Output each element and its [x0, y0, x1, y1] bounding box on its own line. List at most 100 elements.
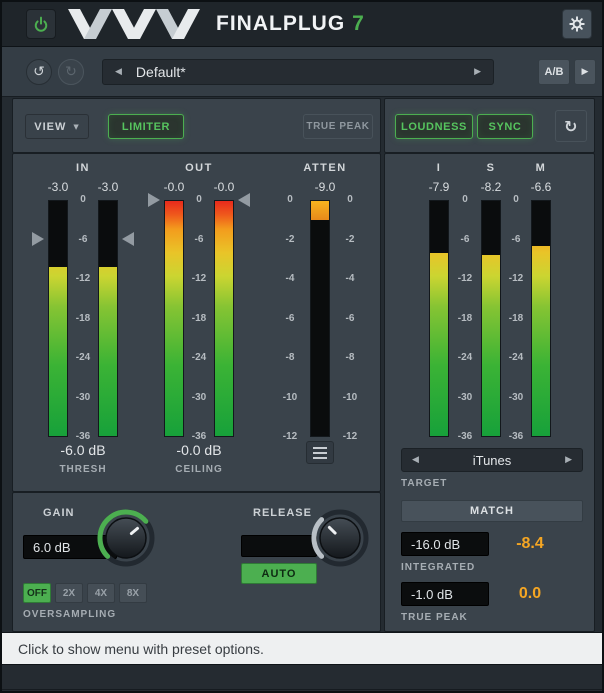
scale-tick: -12	[458, 274, 472, 284]
integrated-peak: -7.9	[419, 180, 459, 194]
release-knob[interactable]	[309, 507, 371, 569]
threshold-handle-right[interactable]	[122, 232, 134, 246]
out-meter-right	[214, 200, 234, 437]
controls-panel: GAIN 6.0 dB RELEASE AUTO OFF 2X	[12, 492, 381, 632]
gain-knob[interactable]	[95, 507, 157, 569]
scale-tick: -6	[195, 235, 204, 245]
scale-tick: 0	[462, 195, 468, 205]
integrated-target-field[interactable]: -16.0 dB	[401, 532, 489, 556]
scale-tick: 0	[80, 195, 86, 205]
release-auto-toggle[interactable]: AUTO	[241, 563, 317, 584]
scale-tick: -24	[76, 353, 90, 363]
redo-icon: ↻	[65, 64, 77, 80]
preset-prev-icon[interactable]: ◀	[115, 67, 122, 77]
target-value: iTunes	[419, 453, 565, 468]
atten-meter	[310, 200, 330, 437]
oversampling-8x-button[interactable]: 8X	[119, 583, 147, 603]
scale-tick: 0	[513, 195, 519, 205]
scale-tick: -30	[509, 393, 523, 403]
momentary-peak: -6.6	[521, 180, 561, 194]
bottom-divider	[2, 689, 602, 690]
scale-tick: -18	[76, 314, 90, 324]
limiter-toggle[interactable]: LIMITER	[108, 114, 184, 139]
target-label: TARGET	[401, 478, 447, 489]
integrated-label: INTEGRATED	[401, 562, 475, 573]
loudness-panel: I S M -7.9 -8.2 -6.6 0-6-12-18-24-30-36 …	[384, 153, 595, 632]
true-peak-label: TRUE PEAK	[401, 612, 468, 623]
meter-unlit	[532, 201, 550, 246]
threshold-label: THRESH	[33, 464, 133, 475]
meter-unlit	[430, 201, 448, 253]
integrated-current-value: -8.4	[495, 535, 565, 553]
target-next-icon[interactable]: ▶	[565, 455, 572, 465]
meter-menu-button[interactable]	[306, 441, 334, 464]
out-meter-left	[164, 200, 184, 437]
integrated-meter	[429, 200, 449, 437]
threshold-handle-left[interactable]	[32, 232, 44, 246]
atten-scale-right: 0-2-4-6-8-10-12	[337, 195, 363, 442]
scale-tick: 0	[196, 195, 202, 205]
oversampling-4x-button[interactable]: 4X	[87, 583, 115, 603]
in-section-label: IN	[53, 162, 113, 174]
release-knob-graphic	[309, 507, 371, 569]
scale-tick: -18	[458, 314, 472, 324]
out-peak-left: -0.0	[154, 180, 194, 194]
ceiling-readout[interactable]: -0.0 dB	[149, 442, 249, 458]
scale-tick: -8	[286, 353, 295, 363]
toolbar-left-panel: VIEW ▼ LIMITER TRUE PEAK	[12, 98, 381, 153]
release-value-field[interactable]	[241, 535, 317, 557]
out-meter-scale: 0-6-12-18-24-30-36	[186, 195, 212, 442]
ab-compare-button[interactable]: A/B	[538, 59, 570, 85]
scale-tick: -10	[283, 393, 297, 403]
resync-button[interactable]: ↻	[555, 110, 587, 142]
meter-unlit	[49, 201, 67, 267]
settings-button[interactable]	[562, 9, 592, 39]
scale-tick: -30	[192, 393, 206, 403]
oversampling-off-button[interactable]: OFF	[23, 583, 51, 603]
out-peak-right: -0.0	[204, 180, 244, 194]
loudness-toggle[interactable]: LOUDNESS	[395, 114, 473, 139]
ceiling-handle-left[interactable]	[148, 193, 160, 207]
header: FINALPLUG 7	[2, 2, 602, 46]
preset-next-icon[interactable]: ▶	[474, 67, 481, 77]
true-peak-target-field[interactable]: -1.0 dB	[401, 582, 489, 606]
scale-tick: -8	[346, 353, 355, 363]
target-prev-icon[interactable]: ◀	[412, 455, 419, 465]
view-dropdown[interactable]: VIEW ▼	[25, 114, 89, 139]
chevron-down-icon: ▼	[73, 123, 79, 131]
scale-tick: 0	[347, 195, 353, 205]
scale-tick: -6	[461, 235, 470, 245]
true-peak-toggle[interactable]: TRUE PEAK	[303, 114, 373, 139]
scale-tick: -6	[512, 235, 521, 245]
shortterm-meter	[481, 200, 501, 437]
integrated-meter-label: I	[419, 162, 459, 174]
scale-tick: -4	[346, 274, 355, 284]
toolbar-right-panel: LOUDNESS SYNC ↻	[384, 98, 595, 153]
ceiling-handle-right[interactable]	[238, 193, 250, 207]
scale-tick: -12	[509, 274, 523, 284]
shortterm-meter-label: S	[471, 162, 511, 174]
scale-tick: -36	[76, 432, 90, 442]
preset-menu-button[interactable]: ▶	[574, 59, 596, 85]
scale-tick: -2	[286, 235, 295, 245]
true-peak-current-value: 0.0	[495, 585, 565, 603]
scale-tick: 0	[287, 195, 293, 205]
in-peak-right: -3.0	[88, 180, 128, 194]
match-button[interactable]: MATCH	[401, 500, 583, 522]
scale-tick: -4	[286, 274, 295, 284]
redo-button[interactable]: ↻	[58, 59, 84, 85]
status-text: Click to show menu with preset options.	[18, 641, 264, 657]
meter-unlit	[482, 201, 500, 255]
undo-button[interactable]: ↺	[26, 59, 52, 85]
oversampling-2x-button[interactable]: 2X	[55, 583, 83, 603]
scale-tick: -24	[192, 353, 206, 363]
scale-tick: -12	[283, 432, 297, 442]
threshold-readout[interactable]: -6.0 dB	[33, 442, 133, 458]
preset-dropdown[interactable]: ◀ Default* ▶	[102, 59, 494, 85]
power-button[interactable]	[26, 9, 56, 39]
meter-gradient	[165, 201, 183, 436]
sync-toggle[interactable]: SYNC	[477, 114, 533, 139]
scale-tick: -18	[192, 314, 206, 324]
in-peak-left: -3.0	[38, 180, 78, 194]
target-dropdown[interactable]: ◀ iTunes ▶	[401, 448, 583, 472]
